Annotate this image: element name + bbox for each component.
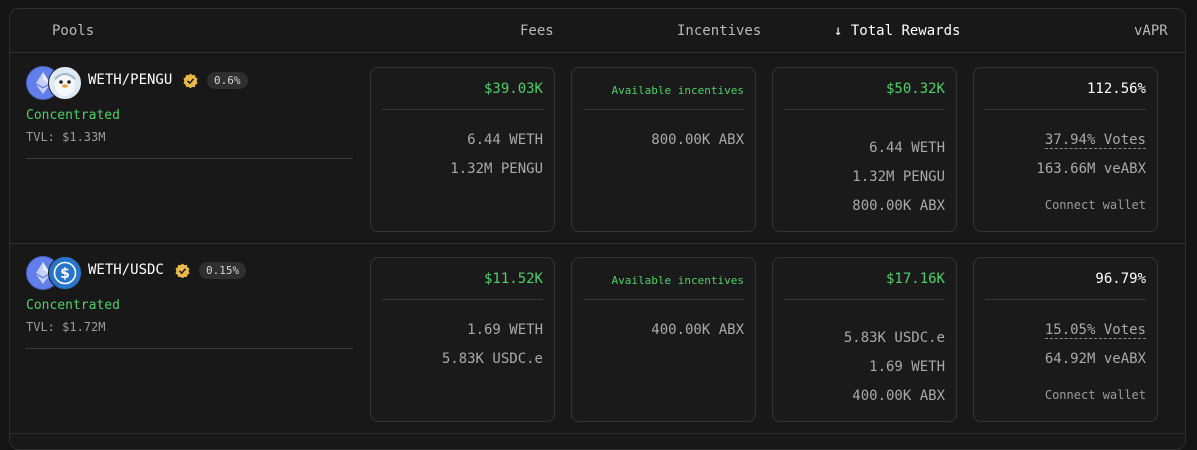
incentives-line: 800.00K ABX xyxy=(651,132,744,148)
votes-percent[interactable]: 15.05% Votes xyxy=(1044,322,1146,339)
fee-tier-badge: 0.15% xyxy=(199,262,247,279)
rewards-line: 5.83K USDC.e xyxy=(843,330,945,346)
rewards-line: 6.44 WETH xyxy=(869,140,945,156)
svg-text:$: $ xyxy=(60,266,70,282)
votes-percent[interactable]: 37.94% Votes xyxy=(1044,132,1146,149)
divider xyxy=(784,109,945,110)
pair-name[interactable]: WETH/USDC xyxy=(88,262,164,278)
veabx-amount: 163.66M veABX xyxy=(1036,161,1146,177)
sort-arrow-icon: ↓ xyxy=(834,23,843,39)
table-row[interactable]: WETH/PENGU 0.6% Concentrated TVL: $1.33M… xyxy=(10,53,1185,244)
fees-line: 5.83K USDC.e xyxy=(441,351,543,367)
fee-tier-badge: 0.6% xyxy=(207,72,248,89)
fees-line: 1.32M PENGU xyxy=(450,161,543,177)
header-vapr[interactable]: vAPR xyxy=(1134,23,1168,39)
pool-type: Concentrated xyxy=(26,108,120,123)
vapr-value: 112.56% xyxy=(1086,81,1146,97)
divider xyxy=(26,158,353,159)
fees-line: 1.69 WETH xyxy=(467,322,543,338)
header-fees[interactable]: Fees xyxy=(520,23,554,39)
divider xyxy=(985,109,1146,110)
incentives-line: 400.00K ABX xyxy=(651,322,744,338)
pools-table: Pools Fees Incentives ↓ Total Rewards vA… xyxy=(9,8,1186,450)
rewards-total: $50.32K xyxy=(885,81,945,97)
incentives-card: Available incentives 400.00K ABX xyxy=(571,257,756,422)
token-pair-icons xyxy=(26,66,82,100)
divider xyxy=(784,299,945,300)
rewards-card: $50.32K 6.44 WETH 1.32M PENGU 800.00K AB… xyxy=(772,67,957,232)
rewards-total: $17.16K xyxy=(885,271,945,287)
header-pools[interactable]: Pools xyxy=(52,23,94,39)
vapr-card: 96.79% 15.05% Votes 64.92M veABX Connect… xyxy=(973,257,1158,422)
connect-wallet-link[interactable]: Connect wallet xyxy=(1045,388,1146,402)
verified-badge-icon xyxy=(183,73,198,88)
usdc-icon: $ xyxy=(48,256,82,290)
divider xyxy=(583,299,744,300)
header-total-rewards-label: Total Rewards xyxy=(850,23,961,39)
vapr-value: 96.79% xyxy=(1095,271,1146,287)
header-total-rewards[interactable]: ↓ Total Rewards xyxy=(834,23,960,39)
header-incentives[interactable]: Incentives xyxy=(677,23,761,39)
divider xyxy=(583,109,744,110)
pengu-icon xyxy=(48,66,82,100)
available-incentives-label: Available incentives xyxy=(611,274,744,287)
connect-wallet-link[interactable]: Connect wallet xyxy=(1045,198,1146,212)
fees-total: $11.52K xyxy=(483,271,543,287)
fees-card: $11.52K 1.69 WETH 5.83K USDC.e xyxy=(370,257,555,422)
rewards-card: $17.16K 5.83K USDC.e 1.69 WETH 400.00K A… xyxy=(772,257,957,422)
table-header: Pools Fees Incentives ↓ Total Rewards vA… xyxy=(10,9,1185,53)
vapr-card: 112.56% 37.94% Votes 163.66M veABX Conne… xyxy=(973,67,1158,232)
rewards-line: 400.00K ABX xyxy=(852,388,945,404)
divider xyxy=(382,299,543,300)
fees-total: $39.03K xyxy=(483,81,543,97)
pair-name[interactable]: WETH/PENGU xyxy=(88,72,172,88)
divider xyxy=(985,299,1146,300)
pool-type: Concentrated xyxy=(26,298,120,313)
fees-line: 6.44 WETH xyxy=(467,132,543,148)
rewards-line: 800.00K ABX xyxy=(852,198,945,214)
veabx-amount: 64.92M veABX xyxy=(1044,351,1146,367)
rewards-line: 1.32M PENGU xyxy=(852,169,945,185)
token-pair-icons: $ xyxy=(26,256,82,290)
rewards-line: 1.69 WETH xyxy=(869,359,945,375)
incentives-card: Available incentives 800.00K ABX xyxy=(571,67,756,232)
available-incentives-label: Available incentives xyxy=(611,84,744,97)
divider xyxy=(382,109,543,110)
pool-tvl: TVL: $1.33M xyxy=(26,130,106,144)
divider xyxy=(26,348,353,349)
verified-badge-icon xyxy=(175,263,190,278)
pool-tvl: TVL: $1.72M xyxy=(26,320,106,334)
fees-card: $39.03K 6.44 WETH 1.32M PENGU xyxy=(370,67,555,232)
table-row[interactable]: $ WETH/USDC 0.15% Concentrated TVL: $1.7… xyxy=(10,243,1185,434)
